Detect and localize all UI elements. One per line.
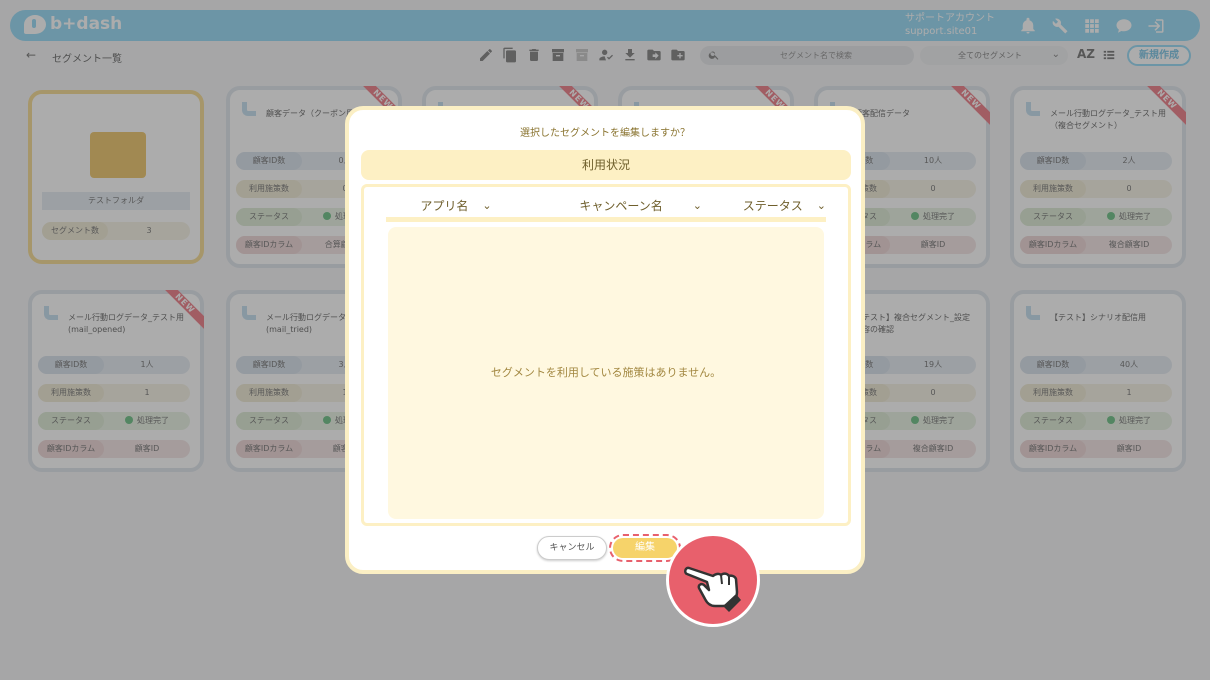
column-status[interactable]: ステータス ⌄ [702, 193, 826, 217]
chevron-down-icon: ⌄ [692, 198, 702, 212]
column-status-label: ステータス [742, 198, 803, 213]
pointing-hand-icon [666, 533, 760, 627]
dialog-title: 選択したセグメントを編集しますか？ [520, 128, 690, 139]
usage-table: アプリ名 ⌄ キャンペーン名 ⌄ ステータス ⌄ セグメントを利用している施策は… [361, 184, 851, 526]
column-campaign-name[interactable]: キャンペーン名 ⌄ [526, 193, 702, 217]
edit-confirm-dialog: 選択したセグメントを編集しますか？ 利用状況 アプリ名 ⌄ キャンペーン名 ⌄ … [345, 106, 865, 574]
cancel-button[interactable]: キャンセル [537, 536, 607, 560]
column-app-name[interactable]: アプリ名 ⌄ [386, 193, 526, 217]
edit-button[interactable]: 編集 [613, 538, 677, 558]
chevron-down-icon: ⌄ [816, 198, 826, 212]
chevron-down-icon: ⌄ [482, 198, 492, 212]
usage-table-header: アプリ名 ⌄ キャンペーン名 ⌄ ステータス ⌄ [386, 193, 826, 217]
column-campaign-name-label: キャンペーン名 [579, 198, 663, 213]
column-app-name-label: アプリ名 [420, 198, 469, 213]
empty-state-message: セグメントを利用している施策はありません。 [388, 227, 824, 519]
header-divider [386, 217, 826, 222]
usage-section-header: 利用状況 [361, 150, 851, 180]
